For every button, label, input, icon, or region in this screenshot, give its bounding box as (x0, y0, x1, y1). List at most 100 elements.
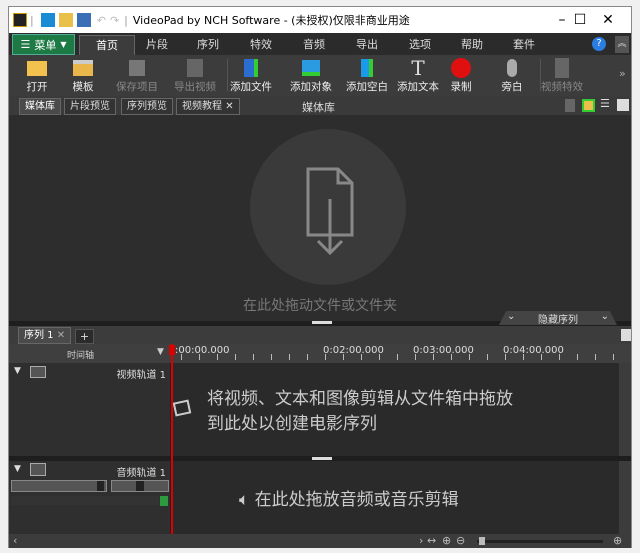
tab-export[interactable]: 导出 (339, 35, 395, 55)
collapse-track-icon[interactable]: ▼ (14, 464, 21, 474)
undock-icon[interactable] (621, 329, 631, 341)
zoom-in-icon[interactable]: ⊕ (613, 534, 622, 547)
audio-track[interactable]: ▼ 音频轨道 1 🔈︎ 在此处拖放音频或音乐剪辑 (9, 461, 619, 534)
ruler-tick (289, 354, 290, 360)
record-button[interactable]: 录制 (433, 57, 489, 94)
undock-icon[interactable] (617, 99, 629, 111)
tab-sequence[interactable]: 序列 (180, 35, 236, 55)
audio-track-header: ▼ 音频轨道 1 (9, 461, 171, 534)
add-object-icon (302, 60, 320, 76)
new-project-icon[interactable] (40, 13, 55, 27)
more-tools-icon[interactable]: » (619, 67, 626, 80)
ruler-tick (271, 354, 272, 360)
tab-sequence-preview[interactable]: 序列预览 (121, 98, 173, 115)
ruler-tick (559, 354, 560, 360)
tab-clip[interactable]: 片段 (129, 35, 185, 55)
panel-tabs: 媒体库 片段预览 序列预览 视频教程 ✕ 媒体库 ☰ (9, 96, 631, 115)
caret-down-icon: ▼ (60, 40, 67, 49)
ribbon-tabs: ☰ 菜单 ▼ 首页 片段 序列 特效 音频 导出 选项 帮助 套件 ? ︽ (9, 33, 631, 55)
ruler-tick (253, 354, 254, 360)
video-effects-button[interactable]: 视频特效 (534, 57, 590, 94)
ruler-tick (397, 354, 398, 360)
scroll-left-icon[interactable]: ‹ (13, 534, 17, 547)
sequence-tabs: 序列 1 ✕ + (9, 326, 631, 344)
audio-track-scrollbar[interactable] (619, 461, 631, 534)
template-button[interactable]: 模板 (55, 57, 111, 94)
timeline-horizontal-scrollbar[interactable]: ‹ › ↔ ⊕ ⊖ ⊕ (9, 534, 631, 548)
export-video-button[interactable]: 导出视频 (167, 57, 223, 94)
zoom-slider[interactable] (477, 537, 603, 545)
video-effects-icon (555, 58, 569, 78)
video-track-scrollbar[interactable] (619, 363, 631, 456)
add-file-button[interactable]: 添加文件 (223, 57, 279, 94)
add-folder-icon[interactable] (582, 99, 595, 112)
playhead-handle[interactable] (169, 345, 175, 355)
fit-timeline-icon[interactable]: ↔ (427, 534, 436, 547)
scroll-right-icon[interactable]: › (419, 534, 423, 547)
video-track[interactable]: ▼ 视频轨道 1 将视频、文本和图像剪辑从文件箱中拖放 到此处以创建电影序列 (9, 363, 619, 456)
ruler-tick (505, 354, 506, 360)
trash-icon[interactable] (565, 99, 575, 112)
collapse-track-icon[interactable]: ▼ (14, 366, 21, 376)
add-sequence-button[interactable]: + (75, 329, 94, 344)
zoom-in-icon[interactable]: ⊕ (442, 534, 451, 547)
open-project-icon[interactable] (58, 13, 73, 27)
video-drop-hint: 将视频、文本和图像剪辑从文件箱中拖放 到此处以创建电影序列 (207, 389, 513, 434)
audio-drop-hint: 🔈︎ 在此处拖放音频或音乐剪辑 (239, 490, 459, 510)
close-icon[interactable]: ✕ (57, 330, 65, 341)
help-icon[interactable]: ? (592, 37, 606, 51)
track-name: 视频轨道 1 (116, 370, 166, 381)
add-blank-button[interactable]: 添加空白 (339, 57, 395, 94)
ruler-tick (433, 354, 434, 360)
pan-slider[interactable] (111, 480, 169, 492)
timeline-dropdown-icon[interactable]: ▼ (157, 347, 164, 357)
media-library-drop-area[interactable]: 在此处拖动文件或文件夹 (9, 115, 631, 321)
tab-options[interactable]: 选项 (392, 35, 448, 55)
ruler-label: :00:00.000 (175, 345, 230, 356)
ruler-tick (217, 354, 218, 360)
undo-icon[interactable]: ↶ (97, 14, 106, 27)
menu-button[interactable]: ☰ 菜单 ▼ (12, 34, 75, 55)
collapse-ribbon-button[interactable]: ︽ (615, 36, 629, 53)
zoom-out-icon[interactable]: ⊖ (456, 534, 465, 547)
playhead[interactable] (171, 344, 173, 534)
tab-effects[interactable]: 特效 (233, 35, 289, 55)
save-project-button[interactable]: 保存项目 (109, 57, 165, 94)
speaker-icon[interactable] (30, 463, 46, 476)
ruler-label: 0:03:00.000 (413, 345, 474, 356)
template-folder-icon (73, 60, 93, 76)
timeline-ruler[interactable]: 时间轴 ▼ :00:00.000 0:02:00.000 0:03:00.000… (9, 344, 631, 363)
ruler-label: 0:02:00.000 (323, 345, 384, 356)
ruler-tick (325, 354, 326, 360)
image-icon (172, 399, 192, 417)
ruler-tick (379, 354, 380, 360)
tab-video-tutorial[interactable]: 视频教程 ✕ (176, 98, 240, 115)
microphone-icon (507, 59, 517, 77)
close-icon[interactable]: ✕ (225, 101, 233, 112)
tab-clip-preview[interactable]: 片段预览 (64, 98, 116, 115)
tab-sequence-1[interactable]: 序列 1 ✕ (18, 327, 72, 344)
ruler-tick (469, 354, 470, 360)
close-button[interactable]: ✕ (585, 7, 631, 33)
ruler-label: 0:04:00.000 (503, 345, 564, 356)
export-video-icon (187, 59, 203, 77)
tab-audio[interactable]: 音频 (286, 35, 342, 55)
hide-sequence-tab[interactable]: ⌄ 隐藏序列 ⌄ (499, 311, 617, 325)
eye-icon[interactable] (30, 366, 46, 378)
tab-suite[interactable]: 套件 (496, 35, 552, 55)
drop-file-icon (250, 129, 406, 285)
ruler-tick (415, 354, 416, 360)
add-object-button[interactable]: 添加对象 (283, 57, 339, 94)
volume-slider[interactable] (11, 480, 107, 492)
title-bar: | ↶ ↷ | VideoPad by NCH Software - (未授权)… (9, 7, 631, 33)
tab-home[interactable]: 首页 (79, 35, 135, 55)
save-icon[interactable] (76, 13, 91, 27)
tab-media-library[interactable]: 媒体库 (19, 98, 61, 115)
ruler-tick (577, 354, 578, 360)
tab-help[interactable]: 帮助 (444, 35, 500, 55)
list-view-icon[interactable]: ☰ (600, 97, 610, 110)
narrate-button[interactable]: 旁白 (484, 57, 540, 94)
redo-icon[interactable]: ↷ (110, 14, 119, 27)
ruler-tick (361, 354, 362, 360)
folder-open-icon (27, 60, 47, 76)
